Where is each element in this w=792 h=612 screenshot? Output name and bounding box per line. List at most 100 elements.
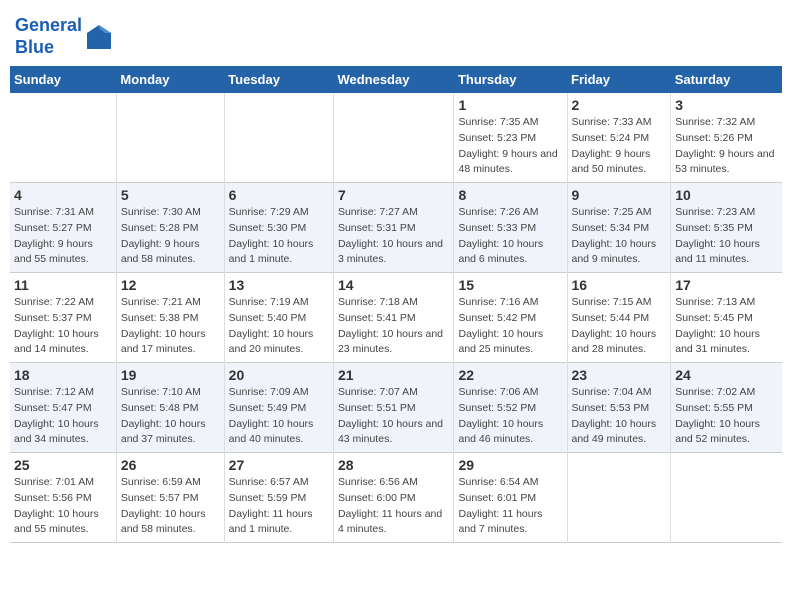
calendar-cell: 3 Sunrise: 7:32 AM Sunset: 5:26 PM Daylig…	[671, 93, 782, 183]
day-detail: Sunrise: 7:32 AM Sunset: 5:26 PM Dayligh…	[675, 115, 778, 178]
calendar-cell	[10, 93, 116, 183]
day-number: 29	[458, 457, 562, 473]
calendar-cell	[224, 93, 333, 183]
day-detail: Sunrise: 7:29 AM Sunset: 5:30 PM Dayligh…	[229, 205, 329, 268]
day-number: 7	[338, 187, 450, 203]
calendar-cell: 2 Sunrise: 7:33 AM Sunset: 5:24 PM Daylig…	[567, 93, 671, 183]
day-number: 16	[572, 277, 667, 293]
day-number: 4	[14, 187, 112, 203]
calendar-cell: 13Sunrise: 7:19 AM Sunset: 5:40 PM Dayli…	[224, 273, 333, 363]
day-number: 11	[14, 277, 112, 293]
calendar-cell: 7 Sunrise: 7:27 AM Sunset: 5:31 PM Daylig…	[333, 183, 454, 273]
day-detail: Sunrise: 7:12 AM Sunset: 5:47 PM Dayligh…	[14, 385, 112, 448]
calendar-cell: 26 Sunrise: 6:59 AM Sunset: 5:57 PM Dayli…	[116, 453, 224, 543]
calendar-cell: 14 Sunrise: 7:18 AM Sunset: 5:41 PM Dayli…	[333, 273, 454, 363]
logo: General Blue	[15, 15, 113, 58]
day-detail: Sunrise: 7:16 AM Sunset: 5:42 PM Dayligh…	[458, 295, 562, 358]
day-detail: Sunrise: 7:33 AM Sunset: 5:24 PM Dayligh…	[572, 115, 667, 178]
day-detail: Sunrise: 7:35 AM Sunset: 5:23 PM Dayligh…	[458, 115, 562, 178]
day-detail: Sunrise: 7:18 AM Sunset: 5:41 PM Dayligh…	[338, 295, 450, 358]
calendar-cell: 24 Sunrise: 7:02 AM Sunset: 5:55 PM Dayli…	[671, 363, 782, 453]
day-number: 19	[121, 367, 220, 383]
calendar-cell	[116, 93, 224, 183]
calendar-cell: 11 Sunrise: 7:22 AM Sunset: 5:37 PM Dayli…	[10, 273, 116, 363]
calendar-cell: 17 Sunrise: 7:13 AM Sunset: 5:45 PM Dayli…	[671, 273, 782, 363]
calendar-cell: 16 Sunrise: 7:15 AM Sunset: 5:44 PM Dayli…	[567, 273, 671, 363]
calendar-cell: 28Sunrise: 6:56 AM Sunset: 6:00 PM Dayli…	[333, 453, 454, 543]
calendar-cell: 5 Sunrise: 7:30 AM Sunset: 5:28 PM Daylig…	[116, 183, 224, 273]
week-row-5: 25 Sunrise: 7:01 AM Sunset: 5:56 PM Dayli…	[10, 453, 782, 543]
week-row-4: 18Sunrise: 7:12 AM Sunset: 5:47 PM Dayli…	[10, 363, 782, 453]
day-number: 26	[121, 457, 220, 473]
day-detail: Sunrise: 7:15 AM Sunset: 5:44 PM Dayligh…	[572, 295, 667, 358]
day-detail: Sunrise: 7:23 AM Sunset: 5:35 PM Dayligh…	[675, 205, 778, 268]
day-detail: Sunrise: 7:25 AM Sunset: 5:34 PM Dayligh…	[572, 205, 667, 268]
day-number: 15	[458, 277, 562, 293]
day-number: 23	[572, 367, 667, 383]
calendar-cell: 23 Sunrise: 7:04 AM Sunset: 5:53 PM Dayli…	[567, 363, 671, 453]
day-detail: Sunrise: 7:22 AM Sunset: 5:37 PM Dayligh…	[14, 295, 112, 358]
day-detail: Sunrise: 7:26 AM Sunset: 5:33 PM Dayligh…	[458, 205, 562, 268]
day-detail: Sunrise: 7:10 AM Sunset: 5:48 PM Dayligh…	[121, 385, 220, 448]
week-row-2: 4 Sunrise: 7:31 AM Sunset: 5:27 PM Daylig…	[10, 183, 782, 273]
day-header-saturday: Saturday	[671, 66, 782, 93]
calendar-cell	[333, 93, 454, 183]
day-detail: Sunrise: 7:02 AM Sunset: 5:55 PM Dayligh…	[675, 385, 778, 448]
day-number: 22	[458, 367, 562, 383]
day-detail: Sunrise: 7:27 AM Sunset: 5:31 PM Dayligh…	[338, 205, 450, 268]
calendar-cell: 27 Sunrise: 6:57 AM Sunset: 5:59 PM Dayli…	[224, 453, 333, 543]
day-number: 14	[338, 277, 450, 293]
calendar-cell: 1 Sunrise: 7:35 AM Sunset: 5:23 PM Daylig…	[454, 93, 567, 183]
day-number: 12	[121, 277, 220, 293]
day-header-sunday: Sunday	[10, 66, 116, 93]
day-header-tuesday: Tuesday	[224, 66, 333, 93]
day-detail: Sunrise: 7:01 AM Sunset: 5:56 PM Dayligh…	[14, 475, 112, 538]
day-number: 25	[14, 457, 112, 473]
day-detail: Sunrise: 6:59 AM Sunset: 5:57 PM Dayligh…	[121, 475, 220, 538]
week-row-1: 1 Sunrise: 7:35 AM Sunset: 5:23 PM Daylig…	[10, 93, 782, 183]
day-header-friday: Friday	[567, 66, 671, 93]
calendar-cell: 18Sunrise: 7:12 AM Sunset: 5:47 PM Dayli…	[10, 363, 116, 453]
calendar-cell: 19 Sunrise: 7:10 AM Sunset: 5:48 PM Dayli…	[116, 363, 224, 453]
day-number: 10	[675, 187, 778, 203]
day-number: 8	[458, 187, 562, 203]
day-number: 1	[458, 97, 562, 113]
calendar-cell: 12 Sunrise: 7:21 AM Sunset: 5:38 PM Dayli…	[116, 273, 224, 363]
week-row-3: 11 Sunrise: 7:22 AM Sunset: 5:37 PM Dayli…	[10, 273, 782, 363]
day-header-monday: Monday	[116, 66, 224, 93]
day-detail: Sunrise: 7:21 AM Sunset: 5:38 PM Dayligh…	[121, 295, 220, 358]
calendar-cell: 20 Sunrise: 7:09 AM Sunset: 5:49 PM Dayli…	[224, 363, 333, 453]
calendar-cell: 8 Sunrise: 7:26 AM Sunset: 5:33 PM Daylig…	[454, 183, 567, 273]
calendar-cell: 9 Sunrise: 7:25 AM Sunset: 5:34 PM Daylig…	[567, 183, 671, 273]
day-detail: Sunrise: 7:13 AM Sunset: 5:45 PM Dayligh…	[675, 295, 778, 358]
calendar-table: SundayMondayTuesdayWednesdayThursdayFrid…	[10, 66, 782, 543]
day-number: 27	[229, 457, 329, 473]
day-detail: Sunrise: 6:56 AM Sunset: 6:00 PM Dayligh…	[338, 475, 450, 538]
day-detail: Sunrise: 7:19 AM Sunset: 5:40 PM Dayligh…	[229, 295, 329, 358]
day-number: 5	[121, 187, 220, 203]
day-number: 20	[229, 367, 329, 383]
calendar-cell: 15 Sunrise: 7:16 AM Sunset: 5:42 PM Dayli…	[454, 273, 567, 363]
calendar-cell: 25 Sunrise: 7:01 AM Sunset: 5:56 PM Dayli…	[10, 453, 116, 543]
logo-icon	[85, 23, 113, 51]
calendar-cell	[671, 453, 782, 543]
page-header: General Blue	[10, 10, 782, 58]
day-detail: Sunrise: 7:04 AM Sunset: 5:53 PM Dayligh…	[572, 385, 667, 448]
day-detail: Sunrise: 7:31 AM Sunset: 5:27 PM Dayligh…	[14, 205, 112, 268]
calendar-cell: 21Sunrise: 7:07 AM Sunset: 5:51 PM Dayli…	[333, 363, 454, 453]
calendar-cell: 22Sunrise: 7:06 AM Sunset: 5:52 PM Dayli…	[454, 363, 567, 453]
calendar-cell: 10 Sunrise: 7:23 AM Sunset: 5:35 PM Dayli…	[671, 183, 782, 273]
day-detail: Sunrise: 7:07 AM Sunset: 5:51 PM Dayligh…	[338, 385, 450, 448]
day-number: 2	[572, 97, 667, 113]
day-detail: Sunrise: 6:54 AM Sunset: 6:01 PM Dayligh…	[458, 475, 562, 538]
day-number: 17	[675, 277, 778, 293]
day-detail: Sunrise: 7:30 AM Sunset: 5:28 PM Dayligh…	[121, 205, 220, 268]
day-number: 9	[572, 187, 667, 203]
calendar-cell: 6Sunrise: 7:29 AM Sunset: 5:30 PM Daylig…	[224, 183, 333, 273]
day-detail: Sunrise: 7:09 AM Sunset: 5:49 PM Dayligh…	[229, 385, 329, 448]
day-header-wednesday: Wednesday	[333, 66, 454, 93]
day-number: 24	[675, 367, 778, 383]
day-detail: Sunrise: 6:57 AM Sunset: 5:59 PM Dayligh…	[229, 475, 329, 538]
day-number: 3	[675, 97, 778, 113]
calendar-cell: 4 Sunrise: 7:31 AM Sunset: 5:27 PM Daylig…	[10, 183, 116, 273]
